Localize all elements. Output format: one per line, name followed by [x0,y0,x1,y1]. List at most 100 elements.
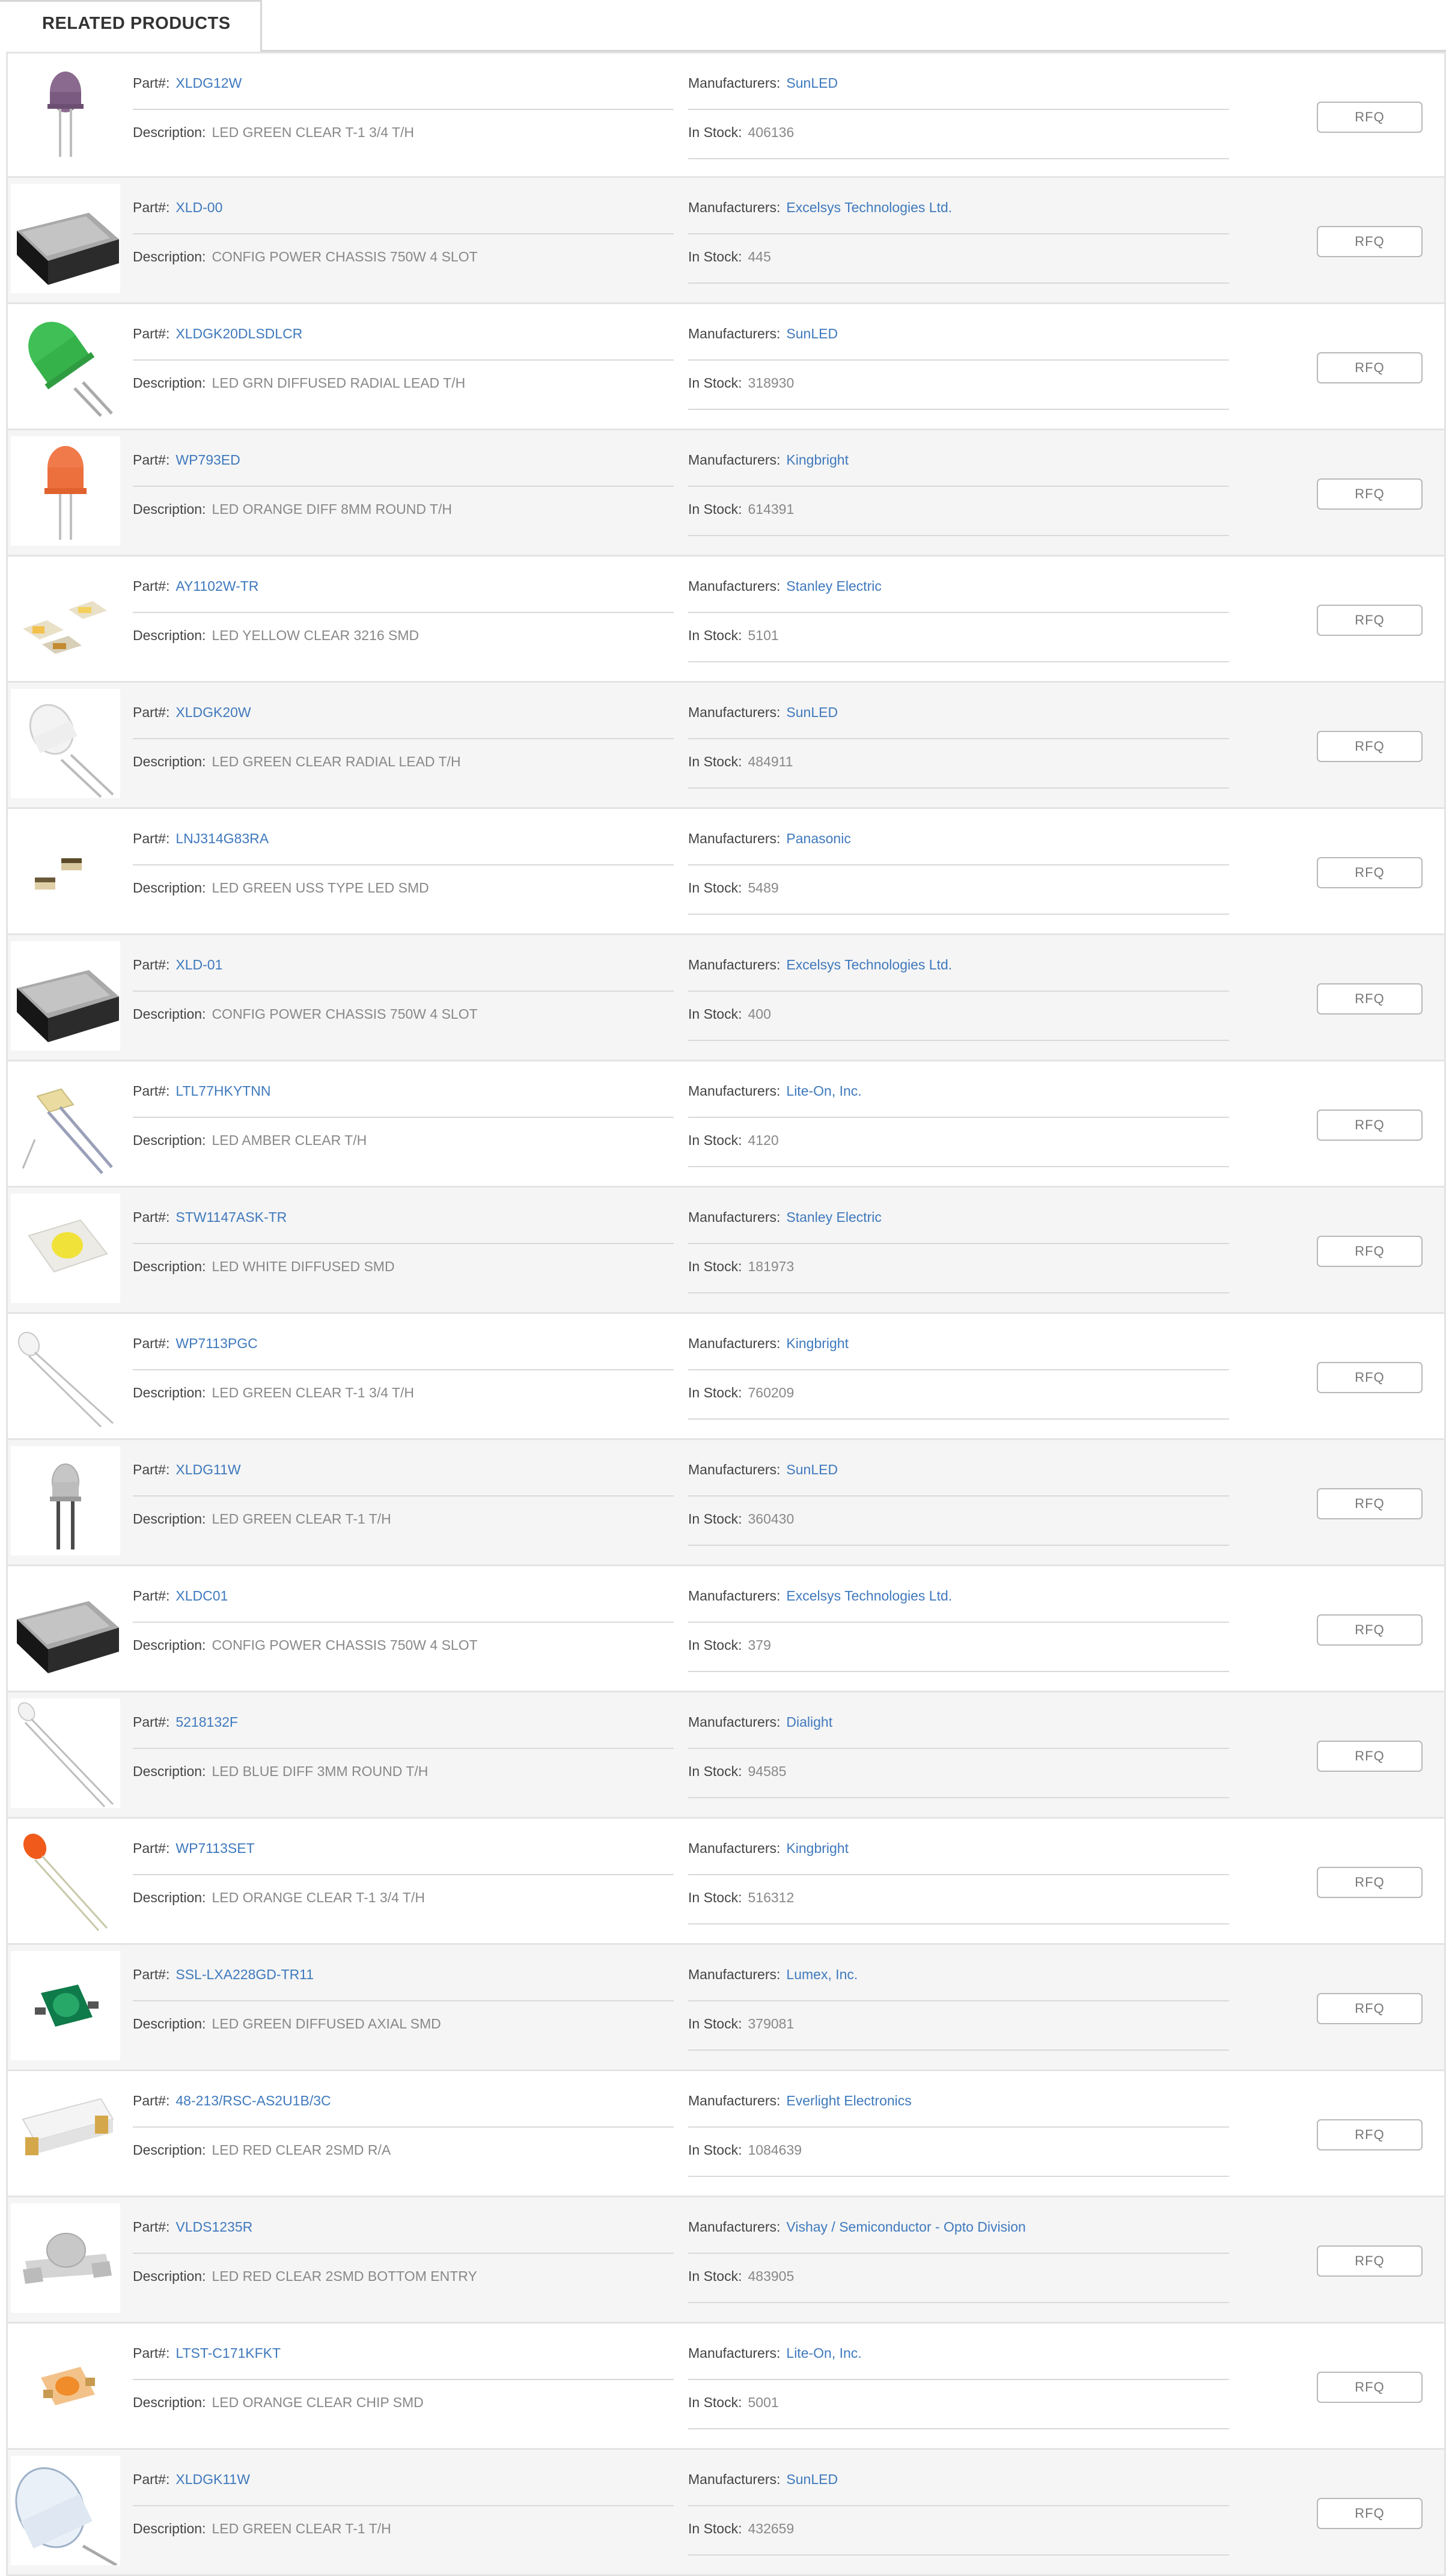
manufacturer-field: Manufacturers: Lite-On, Inc. [688,1082,862,1100]
rfq-button[interactable]: RFQ [1317,2119,1423,2150]
manufacturer-link[interactable]: Dialight [786,1714,832,1730]
rfq-button[interactable]: RFQ [1317,731,1423,762]
part-link[interactable]: XLDC01 [175,1588,228,1604]
manufacturer-link[interactable]: Kingbright [786,1840,849,1856]
part-link[interactable]: 5218132F [175,1714,238,1730]
tab-related-products[interactable]: RELATED PRODUCTS [0,0,262,53]
manufacturer-link[interactable]: Lite-On, Inc. [786,2345,861,2361]
led-green-diffused-icon[interactable] [11,310,120,420]
part-link[interactable]: XLDGK20W [175,704,251,720]
manufacturer-link[interactable]: Panasonic [786,831,850,846]
rfq-button[interactable]: RFQ [1317,2245,1423,2277]
part-link[interactable]: STW1147ASK-TR [175,1209,287,1225]
description-label: Description: [133,1385,206,1400]
manufacturer-link[interactable]: Lumex, Inc. [786,1967,858,1982]
manufacturer-link[interactable]: Excelsys Technologies Ltd. [786,200,952,215]
manufacturer-link[interactable]: Kingbright [786,452,849,468]
led-small-clear-icon[interactable] [11,1320,120,1429]
manufacturer-link[interactable]: Stanley Electric [786,1209,882,1225]
part-link[interactable]: XLDGK20DLSDLCR [175,326,302,341]
part-link[interactable]: LTL77HKYTNN [175,1083,270,1099]
rfq-button[interactable]: RFQ [1317,1867,1423,1898]
part-link[interactable]: WP793ED [175,452,240,468]
smd-right-angle-icon[interactable] [11,2077,120,2187]
manufacturer-label: Manufacturers: [688,2345,781,2361]
rfq-button[interactable]: RFQ [1317,352,1423,383]
power-chassis-icon[interactable] [11,941,120,1051]
stock-label: In Stock: [688,2521,742,2536]
rfq-button[interactable]: RFQ [1317,1614,1423,1646]
led-small-orange-icon[interactable] [11,1825,120,1934]
manufacturer-link[interactable]: Excelsys Technologies Ltd. [786,1588,952,1604]
rfq-button[interactable]: RFQ [1317,478,1423,510]
part-link[interactable]: VLDS1235R [175,2219,252,2235]
part-link[interactable]: AY1102W-TR [175,578,258,594]
part-link[interactable]: LTST-C171KFKT [175,2345,281,2361]
rfq-button[interactable]: RFQ [1317,857,1423,888]
smd-led-orange-icon[interactable] [11,2330,120,2439]
description-field: Description: LED ORANGE DIFF 8MM ROUND T/… [133,500,452,518]
manufacturer-link[interactable]: SunLED [786,326,838,341]
led-clear-icon[interactable] [11,689,120,798]
rfq-button[interactable]: RFQ [1317,1362,1423,1393]
stock-value: 5001 [748,2394,779,2410]
stock-field: In Stock: 94585 [688,1762,786,1780]
rfq-button[interactable]: RFQ [1317,226,1423,257]
part-link[interactable]: 48-213/RSC-AS2U1B/3C [175,2093,331,2108]
manufacturer-link[interactable]: Kingbright [786,1335,849,1351]
manufacturer-link[interactable]: SunLED [786,704,838,720]
manufacturer-link[interactable]: SunLED [786,1462,838,1477]
smd-led-white-icon[interactable] [11,1194,120,1303]
product-row: Part#: 5218132F Description: LED BLUE DIFF… [6,1692,1446,1819]
manufacturer-link[interactable]: Everlight Electronics [786,2093,911,2108]
rfq-button[interactable]: RFQ [1317,2498,1423,2529]
manufacturer-link[interactable]: Lite-On, Inc. [786,1083,861,1099]
part-link[interactable]: XLD-01 [175,957,222,972]
rfq-button[interactable]: RFQ [1317,1993,1423,2024]
product-row: Part#: XLDC01 Description: CONFIG POWER CH… [6,1566,1446,1692]
rfq-button[interactable]: RFQ [1317,605,1423,636]
manufacturer-link[interactable]: SunLED [786,75,838,91]
manufacturer-link[interactable]: Excelsys Technologies Ltd. [786,957,952,972]
manufacturer-link[interactable]: SunLED [786,2471,838,2487]
rfq-button[interactable]: RFQ [1317,102,1423,133]
manufacturer-link[interactable]: Vishay / Semiconductor - Opto Division [786,2219,1025,2235]
description-field: Description: LED WHITE DIFFUSED SMD [133,1257,395,1275]
part-link[interactable]: XLDG12W [175,75,242,91]
rfq-button[interactable]: RFQ [1317,983,1423,1015]
rfq-button[interactable]: RFQ [1317,1109,1423,1141]
part-link[interactable]: WP7113PGC [175,1335,257,1351]
led-orange-icon[interactable] [11,436,120,546]
smd-led-yellow-icon[interactable] [11,563,120,672]
manufacturer-field: Manufacturers: Excelsys Technologies Ltd. [688,198,952,216]
smd-led-green-icon[interactable] [11,1951,120,2060]
led-gray-icon[interactable] [11,1446,120,1555]
description-label: Description: [133,375,206,391]
power-chassis-icon[interactable] [11,184,120,293]
smd-dome-icon[interactable] [11,2203,120,2313]
rfq-button[interactable]: RFQ [1317,1488,1423,1519]
manufacturer-link[interactable]: Stanley Electric [786,578,882,594]
part-link[interactable]: WP7113SET [175,1840,254,1856]
part-link[interactable]: XLD-00 [175,200,222,215]
led-purple-icon[interactable] [11,60,120,169]
description-field: Description: LED AMBER CLEAR T/H [133,1131,367,1149]
smd-chip-icon[interactable] [11,815,120,924]
led-amber-icon[interactable] [11,1067,120,1177]
divider [688,787,1229,789]
led-large-clear-icon[interactable] [11,2456,120,2565]
part-link[interactable]: SSL-LXA228GD-TR11 [175,1967,314,1982]
led-small-white-icon[interactable] [11,1699,120,1808]
stock-value: 318930 [748,375,795,391]
description-field: Description: LED GREEN USS TYPE LED SMD [133,879,429,897]
rfq-button[interactable]: RFQ [1317,1741,1423,1772]
power-chassis-icon[interactable] [11,1572,120,1682]
rfq-button[interactable]: RFQ [1317,1236,1423,1267]
rfq-button[interactable]: RFQ [1317,2372,1423,2403]
divider [688,109,1229,110]
stock-value: 614391 [748,501,795,517]
part-link[interactable]: XLDGK11W [175,2471,250,2487]
manufacturer-label: Manufacturers: [688,1209,781,1225]
part-link[interactable]: XLDG11W [175,1462,240,1477]
part-link[interactable]: LNJ314G83RA [175,831,269,846]
